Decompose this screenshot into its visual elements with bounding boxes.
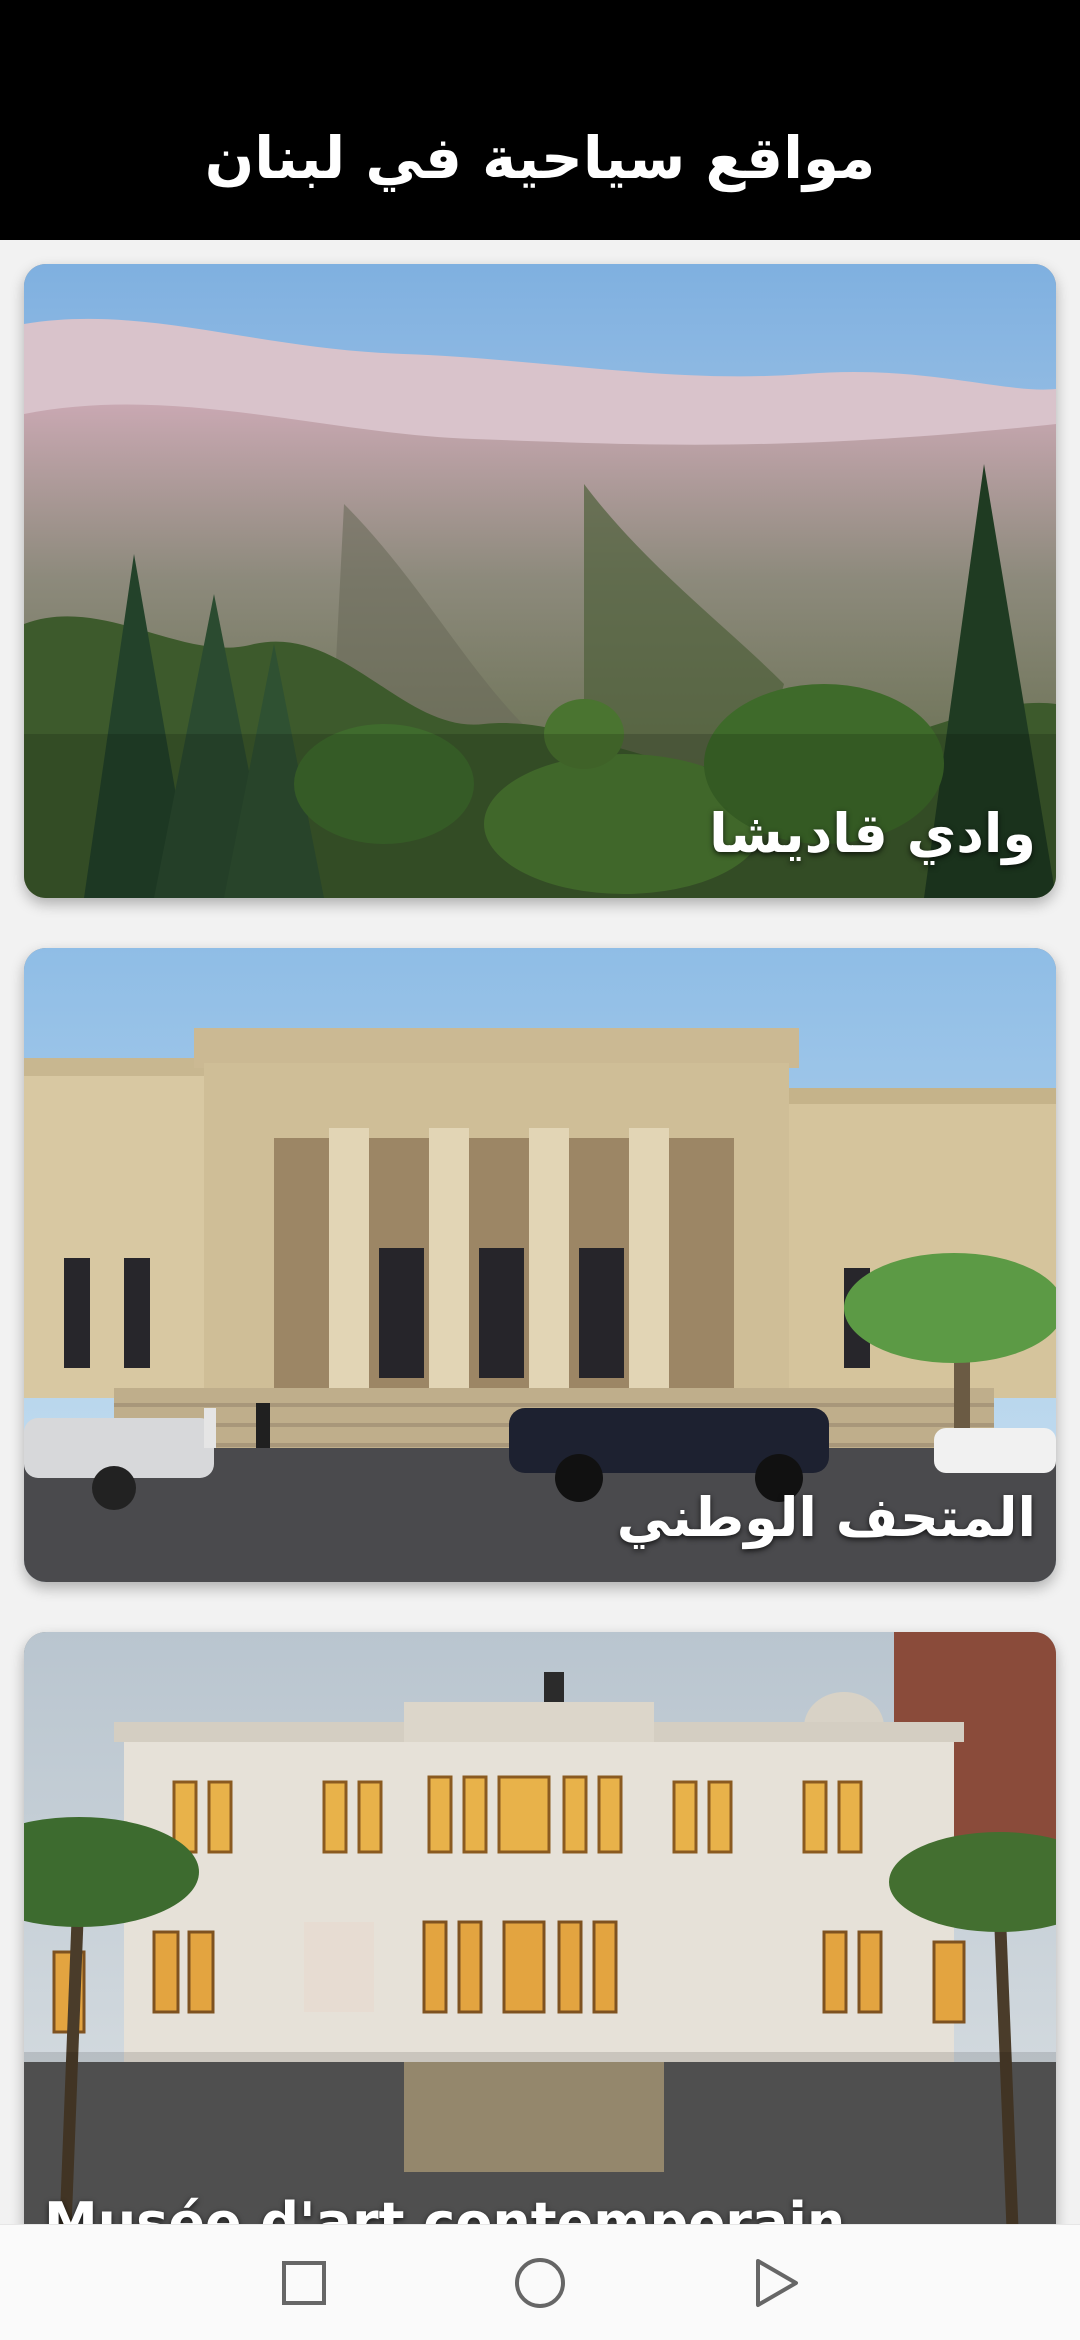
system-nav-bar xyxy=(0,2224,1080,2340)
place-card-national-museum[interactable]: المتحف الوطني xyxy=(24,948,1056,1582)
triangle-icon xyxy=(756,2258,798,2307)
recents-button[interactable] xyxy=(266,2245,342,2321)
place-label: المتحف الوطني xyxy=(616,1485,1036,1549)
place-label: وادي قاديشا xyxy=(709,801,1036,865)
sursock-museum-photo xyxy=(24,1632,1056,2224)
place-label: Musée d'art contemporain Nicolas Sursock xyxy=(44,2190,846,2224)
square-icon xyxy=(282,2260,326,2305)
place-card-sursock-museum[interactable]: Musée d'art contemporain Nicolas Sursock xyxy=(24,1632,1056,2224)
home-button[interactable] xyxy=(502,2245,578,2321)
place-card-qadisha[interactable]: وادي قاديشا xyxy=(24,264,1056,898)
circle-icon xyxy=(515,2257,565,2308)
back-button[interactable] xyxy=(738,2245,814,2321)
app-screen: مواقع سياحية في لبنان وادي قاديشا المتحف… xyxy=(0,0,1080,2340)
app-bar: مواقع سياحية في لبنان xyxy=(0,0,1080,240)
places-list[interactable]: وادي قاديشا المتحف الوطني Musée d'art co… xyxy=(0,240,1080,2224)
app-title: مواقع سياحية في لبنان xyxy=(204,124,876,192)
